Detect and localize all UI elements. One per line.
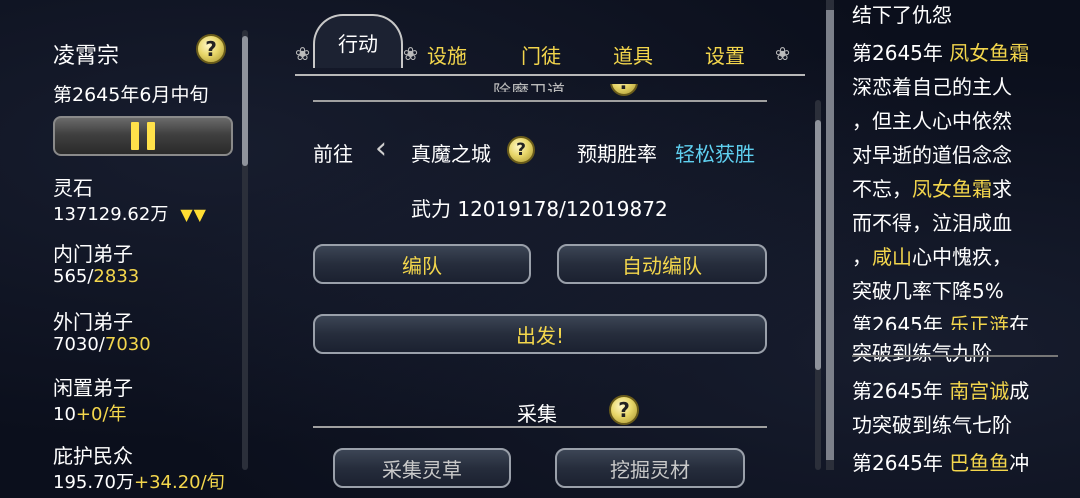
pause-button[interactable] (53, 116, 233, 156)
log-line: 第2645年 凤女鱼霜 (852, 41, 1030, 65)
action-panel: ❀ 行动 ❀ 设施 门徒 道具 设置 ❀ 除魔卫道 ? 前往 ‹ 真魔之城 ? … (255, 0, 821, 498)
inner-disciples-label: 内门弟子 (53, 242, 133, 266)
log-line: 突破几率下降5% (852, 279, 1004, 303)
gather-herb-button[interactable]: 采集灵草 (333, 448, 511, 488)
game-date: 第2645年6月中旬 (53, 84, 209, 106)
left-scrollbar[interactable] (242, 30, 248, 470)
tab-action[interactable]: 行动 (313, 14, 403, 68)
event-log: 结下了仇怨 第2645年 凤女鱼霜 深恋着自己的主人 ，但主人心中依然 对早逝的… (852, 0, 1057, 480)
help-icon[interactable]: ? (610, 84, 638, 96)
log-line: ，但主人心中依然 (852, 109, 1012, 133)
prev-target-arrow-icon[interactable]: ‹ (365, 128, 397, 168)
gather-help-icon[interactable]: ? (609, 395, 639, 425)
clipped-section-title: 除魔卫道 (493, 78, 565, 92)
mine-material-button[interactable]: 挖掘灵材 (555, 448, 745, 488)
tab-disciples[interactable]: 门徒 (515, 34, 567, 74)
outer-disciples-label: 外门弟子 (53, 310, 133, 334)
gather-title: 采集 (517, 402, 557, 426)
event-log-panel: 结下了仇怨 第2645年 凤女鱼霜 深恋着自己的主人 ，但主人心中依然 对早逝的… (826, 0, 1080, 498)
log-scrollbar[interactable] (826, 0, 834, 470)
outer-disciples-value: 7030/7030 (53, 334, 151, 355)
spirit-stone-value: 137129.62万 ▼▼ (53, 204, 207, 225)
log-line: 功突破到练气七阶 (852, 413, 1012, 437)
goto-label: 前往 (313, 142, 353, 166)
tab-facilities[interactable]: 设施 (421, 34, 473, 74)
log-line: 对早逝的道侣念念 (852, 143, 1012, 167)
sect-name: 凌霄宗 (53, 44, 120, 69)
spirit-stone-label: 灵石 (53, 176, 93, 200)
log-line: 结下了仇怨 (852, 3, 952, 27)
pause-icon (131, 122, 139, 150)
power-readout: 武力 12019178/12019872 (411, 197, 668, 221)
log-line: 第2645年 南宫诚成 (852, 379, 1030, 403)
tab-settings[interactable]: 设置 (699, 34, 751, 74)
protected-people-label: 庇护民众 (53, 444, 133, 468)
log-line: 第2645年 乐正涟在 (852, 313, 1030, 330)
inner-disciples-value: 565/2833 (53, 266, 140, 287)
divider (313, 100, 767, 102)
cloud-ornament-icon: ❀ (295, 44, 311, 65)
divider (313, 426, 767, 428)
log-line: 第2645年 巴鱼鱼冲 (852, 451, 1030, 475)
winrate-value: 轻松获胜 (675, 142, 755, 166)
team-button[interactable]: 编队 (313, 244, 531, 284)
depart-button[interactable]: 出发! (313, 314, 767, 354)
idle-disciples-label: 闲置弟子 (53, 376, 133, 400)
center-scrollbar[interactable] (815, 100, 821, 470)
log-line: 不忘，凤女鱼霜求 (852, 177, 1012, 201)
log-line: 深恋着自己的主人 (852, 75, 1012, 99)
auto-team-button[interactable]: 自动编队 (557, 244, 767, 284)
log-line: 突破到练气九阶 (852, 341, 992, 365)
sect-sidebar: 凌霄宗 ? 第2645年6月中旬 灵石 137129.62万 ▼▼ 内门弟子 56… (0, 0, 255, 498)
winrate-label: 预期胜率 (577, 142, 657, 166)
divider (852, 355, 1058, 357)
log-line: ，咸山心中愧疚， (852, 245, 1012, 269)
target-help-icon[interactable]: ? (507, 136, 535, 164)
tab-items[interactable]: 道具 (607, 34, 659, 74)
help-icon[interactable]: ? (196, 34, 226, 64)
decrease-arrows-icon: ▼▼ (180, 205, 207, 224)
log-line: 而不得，泣泪成血 (852, 211, 1012, 235)
target-name: 真魔之城 (411, 142, 491, 166)
protected-people-value: 195.70万+34.20/旬 (53, 472, 225, 493)
idle-disciples-value: 10+0/年 (53, 404, 127, 425)
